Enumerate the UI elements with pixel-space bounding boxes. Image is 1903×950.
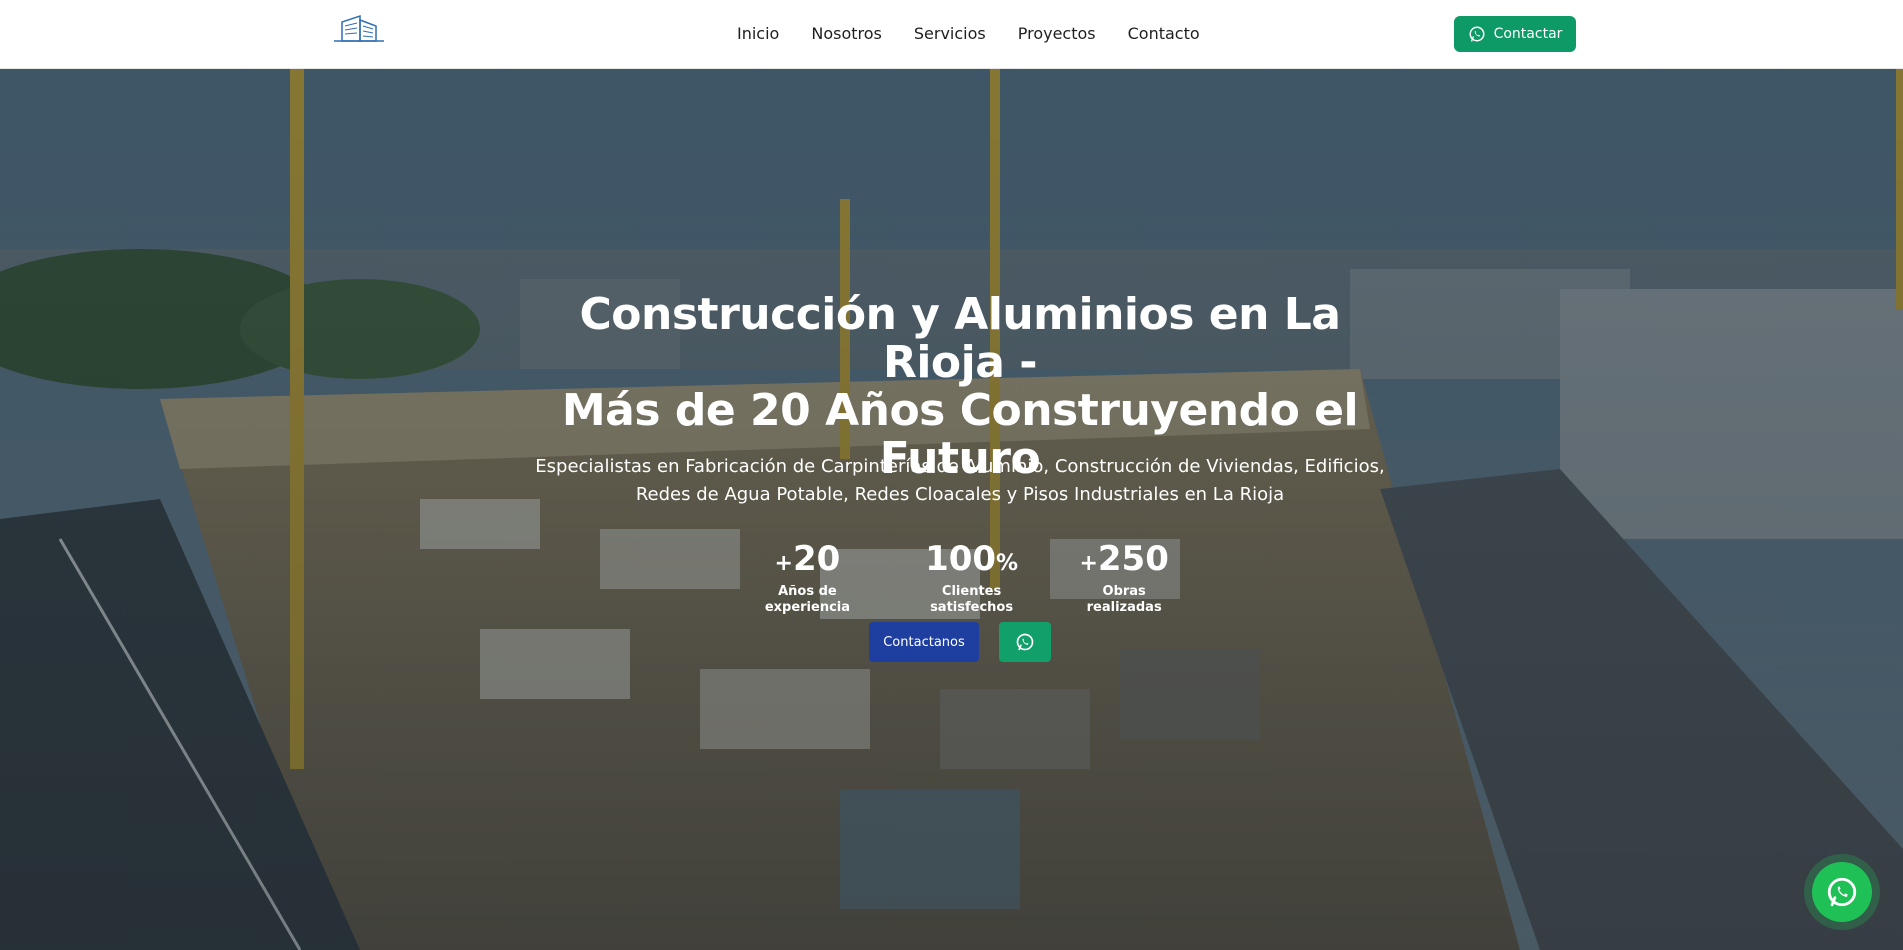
stat-label: Obras realizadas: [1086, 584, 1162, 615]
hero-title-line: Más de 20 Años Construyendo el: [561, 385, 1359, 436]
stat-label: Años de experiencia: [764, 584, 851, 615]
hero-cta-row: Contactanos: [869, 622, 1051, 662]
stat-works: +250 Obras realizadas: [1068, 539, 1180, 615]
whatsapp-icon: [1827, 877, 1857, 907]
hero-title-line: Construcción y Aluminios en La Rioja -: [579, 289, 1341, 388]
building-logo-icon: [334, 14, 384, 42]
main-nav: Inicio Nosotros Servicios Proyectos Cont…: [737, 22, 1200, 46]
whatsapp-icon: [1016, 633, 1034, 651]
hero-subtitle: Especialistas en Fabricación de Carpinte…: [530, 453, 1390, 509]
whatsapp-icon: [1469, 26, 1485, 42]
floating-whatsapp-button[interactable]: [1812, 862, 1872, 922]
stat-value: 100%: [905, 539, 1038, 584]
nav-contacto[interactable]: Contacto: [1128, 22, 1200, 46]
stat-prefix: +: [1079, 551, 1098, 576]
nav-servicios[interactable]: Servicios: [914, 22, 986, 46]
stat-value: +20: [740, 539, 875, 584]
contact-button[interactable]: Contactar: [1454, 16, 1576, 52]
stat-prefix: +: [774, 551, 793, 576]
contactanos-button[interactable]: Contactanos: [869, 622, 979, 662]
stat-clients: 100% Clientes satisfechos: [905, 539, 1038, 615]
nav-nosotros[interactable]: Nosotros: [811, 22, 882, 46]
stat-suffix: %: [996, 551, 1019, 576]
contact-button-label: Contactar: [1493, 26, 1563, 42]
hero-section: Construcción y Aluminios en La Rioja - M…: [0, 69, 1903, 950]
stat-label: Clientes satisfechos: [930, 584, 1014, 615]
navbar: Inicio Nosotros Servicios Proyectos Cont…: [0, 0, 1903, 69]
hero-subtitle-line: Redes de Agua Potable, Redes Cloacales y…: [635, 484, 1285, 505]
stat-number: 20: [792, 539, 841, 579]
stat-number: 250: [1097, 539, 1169, 579]
hero-whatsapp-button[interactable]: [999, 622, 1051, 662]
hero-overlay: [0, 69, 1903, 950]
stat-value: +250: [1068, 539, 1180, 584]
company-logo[interactable]: [330, 14, 388, 54]
stat-experience: +20 Años de experiencia: [740, 539, 875, 615]
stats-row: +20 Años de experiencia 100% Clientes sa…: [740, 539, 1180, 615]
stat-number: 100: [925, 539, 997, 579]
nav-proyectos[interactable]: Proyectos: [1018, 22, 1096, 46]
nav-inicio[interactable]: Inicio: [737, 22, 779, 46]
hero-subtitle-line: Especialistas en Fabricación de Carpinte…: [535, 456, 1385, 477]
